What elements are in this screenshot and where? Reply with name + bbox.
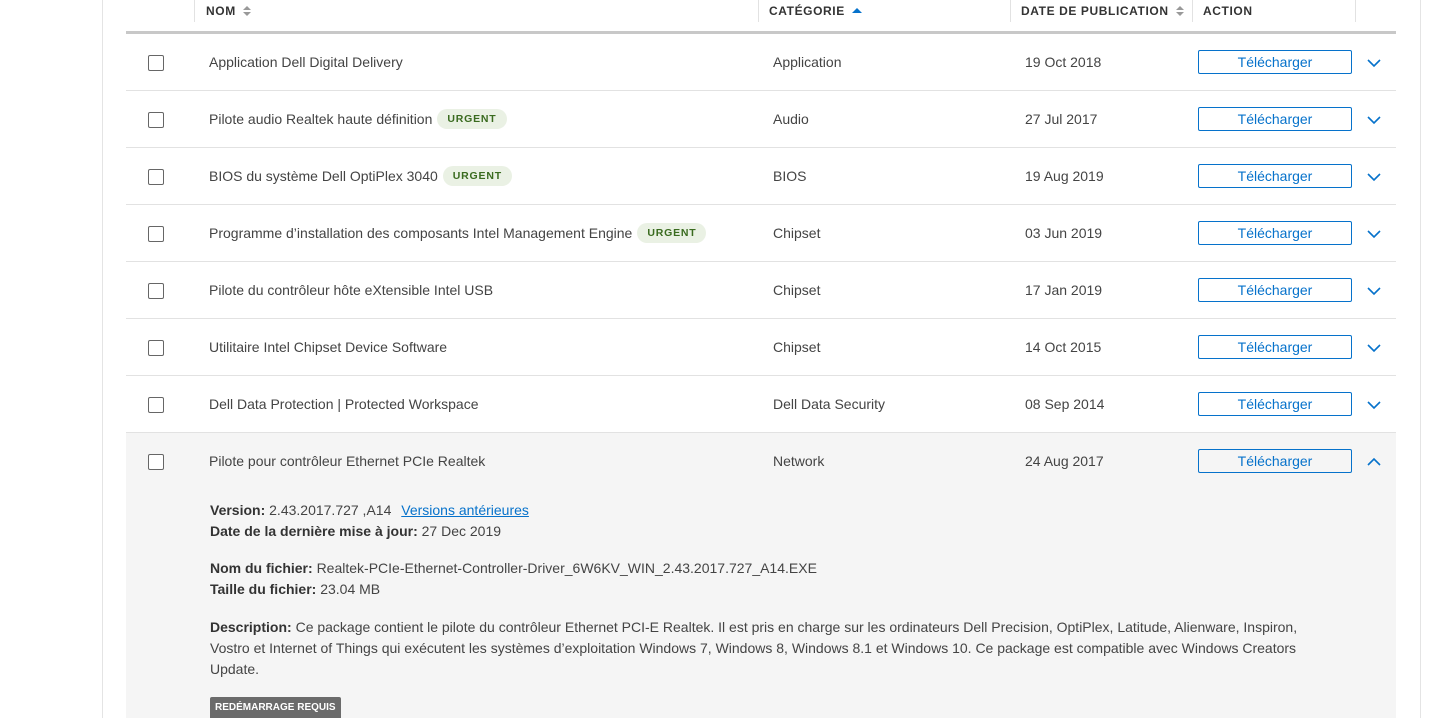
download-button[interactable]: Télécharger [1198,107,1352,131]
previous-versions-link[interactable]: Versions antérieures [401,502,529,518]
column-header-date-label: DATE DE PUBLICATION [1021,3,1169,18]
table-row: Application Dell Digital Delivery Applic… [126,34,1396,91]
description-value: Ce package contient le pilote du contrôl… [210,619,1298,677]
driver-date: 19 Aug 2019 [1025,168,1104,184]
driver-category: Dell Data Security [773,396,886,412]
chevron-down-icon[interactable] [1366,112,1382,128]
row-checkbox[interactable] [148,397,164,413]
table-row: Pilote audio Realtek haute définition UR… [126,91,1396,148]
column-header-action: ACTION [1203,0,1253,21]
download-button[interactable]: Télécharger [1198,278,1352,302]
driver-category: Chipset [773,339,821,355]
table-row: BIOS du système Dell OptiPlex 3040 URGEN… [126,148,1396,205]
drivers-table: NOM CATÉGORIE DATE DE PUBLICATION ACTION… [126,0,1396,490]
driver-category: Audio [773,111,809,127]
table-row: Programme d’installation des composants … [126,205,1396,262]
chevron-down-icon[interactable] [1366,226,1382,242]
driver-details: Version: 2.43.2017.727 ,A14 Versions ant… [126,489,1396,718]
filesize-value: 23.04 MB [320,581,381,597]
driver-name: Pilote audio Realtek haute définition UR… [209,91,507,147]
driver-date: 08 Sep 2014 [1025,396,1105,412]
driver-category: Network [773,453,825,469]
download-button[interactable]: Télécharger [1198,449,1352,473]
driver-name: Dell Data Protection | Protected Workspa… [209,396,479,412]
urgent-badge: URGENT [437,109,507,129]
version-line: Version: 2.43.2017.727 ,A14 Versions ant… [210,502,529,518]
download-button[interactable]: Télécharger [1198,221,1352,245]
table-header: NOM CATÉGORIE DATE DE PUBLICATION ACTION [126,0,1396,34]
sort-ascending-icon [851,8,862,13]
filesize-label: Taille du fichier: [210,581,317,597]
driver-date: 19 Oct 2018 [1025,54,1102,70]
row-checkbox[interactable] [148,283,164,299]
reboot-required-badge: REDÉMARRAGE REQUIS [210,697,341,718]
sort-arrows-icon [1175,5,1184,16]
driver-name: Pilote du contrôleur hôte eXtensible Int… [209,282,494,298]
last-update-value: 27 Dec 2019 [421,523,502,539]
table-row: Pilote du contrôleur hôte eXtensible Int… [126,262,1396,319]
chevron-down-icon[interactable] [1366,340,1382,356]
driver-date: 17 Jan 2019 [1025,282,1103,298]
chevron-down-icon[interactable] [1366,55,1382,71]
driver-category: Chipset [773,225,821,241]
download-button[interactable]: Télécharger [1198,392,1352,416]
row-checkbox[interactable] [148,226,164,242]
driver-category: Chipset [773,282,821,298]
urgent-badge: URGENT [442,166,512,186]
download-button[interactable]: Télécharger [1198,50,1352,74]
filename-value: Realtek-PCIe-Ethernet-Controller-Driver_… [316,560,817,576]
column-header-action-label: ACTION [1203,3,1253,18]
row-checkbox[interactable] [148,55,164,71]
driver-name: Pilote pour contrôleur Ethernet PCIe Rea… [209,453,486,469]
filename-line: Nom du fichier: Realtek-PCIe-Ethernet-Co… [210,560,817,576]
header-separator [194,0,195,22]
table-row: Dell Data Protection | Protected Workspa… [126,376,1396,433]
column-header-name-label: NOM [206,3,236,18]
chevron-up-icon[interactable] [1366,454,1382,470]
column-header-category-label: CATÉGORIE [769,3,845,18]
header-separator [758,0,759,22]
column-header-date[interactable]: DATE DE PUBLICATION [1021,0,1184,21]
version-label: Version: [210,502,266,518]
row-checkbox[interactable] [148,112,164,128]
filename-label: Nom du fichier: [210,560,313,576]
filesize-line: Taille du fichier: 23.04 MB [210,581,380,597]
sort-arrows-icon [242,5,251,16]
header-separator [1355,0,1356,22]
last-update-label: Date de la dernière mise à jour: [210,523,418,539]
driver-name: BIOS du système Dell OptiPlex 3040 URGEN… [209,148,512,204]
driver-name: Programme d’installation des composants … [209,205,707,261]
driver-date: 24 Aug 2017 [1025,453,1104,469]
column-header-name[interactable]: NOM [206,0,251,21]
row-checkbox[interactable] [148,340,164,356]
driver-date: 14 Oct 2015 [1025,339,1102,355]
description: Description: Ce package contient le pilo… [210,617,1320,680]
driver-date: 27 Jul 2017 [1025,111,1098,127]
table-row-expanded: Pilote pour contrôleur Ethernet PCIe Rea… [126,433,1396,490]
column-header-category[interactable]: CATÉGORIE [769,0,862,21]
driver-date: 03 Jun 2019 [1025,225,1103,241]
row-checkbox[interactable] [148,169,164,185]
driver-category: Application [773,54,842,70]
driver-name: Application Dell Digital Delivery [209,54,403,70]
download-button[interactable]: Télécharger [1198,164,1352,188]
urgent-badge: URGENT [637,223,707,243]
download-button[interactable]: Télécharger [1198,335,1352,359]
driver-category: BIOS [773,168,807,184]
chevron-down-icon[interactable] [1366,283,1382,299]
last-update-line: Date de la dernière mise à jour: 27 Dec … [210,523,501,539]
driver-name: Utilitaire Intel Chipset Device Software [209,339,448,355]
chevron-down-icon[interactable] [1366,169,1382,185]
chevron-down-icon[interactable] [1366,397,1382,413]
version-value: 2.43.2017.727 ,A14 [269,502,392,518]
table-row: Utilitaire Intel Chipset Device Software… [126,319,1396,376]
header-separator [1010,0,1011,22]
header-separator [1192,0,1193,22]
row-checkbox[interactable] [148,454,164,470]
description-label: Description: [210,619,292,635]
